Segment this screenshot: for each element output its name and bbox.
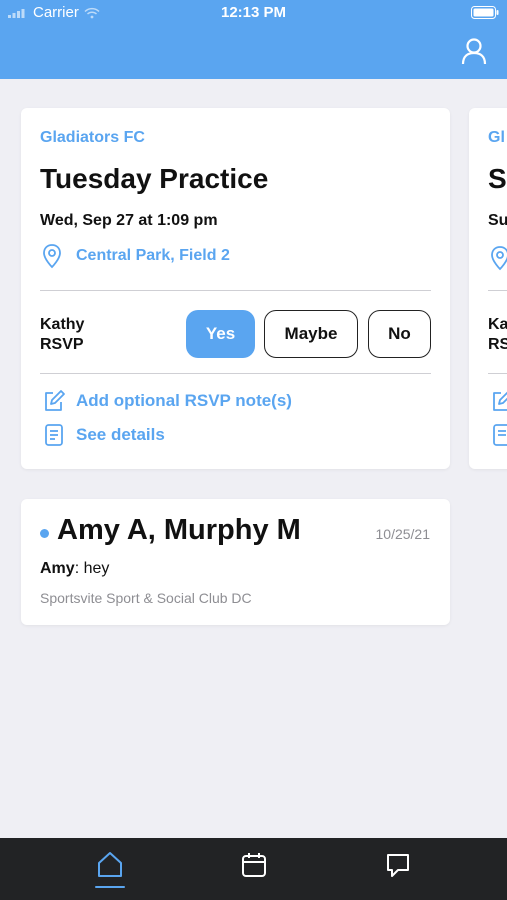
- status-bar: Carrier 12:13 PM: [8, 4, 499, 24]
- message-card[interactable]: Amy A, Murphy M 10/25/21 Amy: hey Sports…: [21, 499, 450, 625]
- rsvp-no-button[interactable]: No: [368, 310, 431, 358]
- document-icon: [45, 424, 63, 446]
- see-details-label: See details: [76, 425, 165, 444]
- peek-rsvp-member-name: Ka: [488, 316, 507, 333]
- location-pin-icon: [491, 246, 507, 271]
- edit-note-icon: [45, 390, 65, 411]
- rsvp-text: RSVP: [40, 336, 84, 353]
- see-details-link[interactable]: See details: [42, 423, 165, 447]
- divider: [488, 290, 507, 291]
- peek-rsvp-label: Ka RS: [488, 315, 507, 355]
- rsvp-maybe-button[interactable]: Maybe: [264, 310, 358, 358]
- peek-event-title: S: [488, 163, 507, 194]
- message-text: hey: [79, 560, 110, 577]
- home-icon: [98, 852, 122, 877]
- app-header: Carrier 12:13 PM: [0, 0, 507, 79]
- add-rsvp-note-link[interactable]: Add optional RSVP note(s): [42, 389, 292, 413]
- tab-bar: [0, 838, 507, 900]
- chat-icon: [387, 854, 409, 877]
- carrier-name: Carrier: [33, 4, 79, 21]
- rsvp-yes-button[interactable]: Yes: [186, 310, 255, 358]
- peek-event-date: Su: [488, 212, 507, 229]
- profile-button[interactable]: [459, 36, 489, 66]
- location-text: Central Park, Field 2: [76, 247, 230, 264]
- tab-calendar[interactable]: [238, 850, 270, 884]
- divider: [40, 373, 431, 374]
- user-icon: [461, 38, 487, 65]
- divider: [488, 373, 507, 374]
- peek-rsvp-text: RS: [488, 336, 507, 353]
- team-name[interactable]: Gladiators FC: [40, 129, 145, 147]
- message-sender: Amy: [40, 560, 75, 577]
- next-event-card[interactable]: Gl S Su Ka RS: [469, 108, 507, 469]
- club-name: Sportsvite Sport & Social Club DC: [40, 590, 252, 606]
- document-icon: [493, 424, 507, 446]
- event-card[interactable]: Gladiators FC Tuesday Practice Wed, Sep …: [21, 108, 450, 469]
- rsvp-member-name: Kathy: [40, 316, 85, 333]
- signal-icon: [8, 9, 25, 18]
- status-time: 12:13 PM: [220, 4, 287, 21]
- wifi-icon: [84, 7, 100, 18]
- peek-team-name: Gl: [488, 129, 505, 146]
- battery-icon: [471, 6, 499, 19]
- calendar-icon: [242, 853, 266, 877]
- location-pin-icon: [43, 244, 61, 269]
- event-title: Tuesday Practice: [40, 163, 269, 194]
- message-date: 10/25/21: [375, 526, 431, 542]
- carrier-info: Carrier: [8, 4, 100, 21]
- event-datetime: Wed, Sep 27 at 1:09 pm: [40, 212, 218, 229]
- tab-messages[interactable]: [382, 850, 414, 884]
- rsvp-label: Kathy RSVP: [40, 315, 84, 355]
- edit-note-icon: [493, 391, 507, 411]
- add-rsvp-note-label: Add optional RSVP note(s): [76, 391, 292, 410]
- active-tab-indicator: [95, 886, 125, 888]
- event-location-link[interactable]: Central Park, Field 2: [40, 243, 230, 269]
- unread-indicator: [40, 529, 49, 538]
- message-preview: Amy: hey: [40, 560, 109, 578]
- tab-home[interactable]: [94, 850, 126, 884]
- conversation-title: Amy A, Murphy M: [57, 514, 301, 546]
- divider: [40, 290, 431, 291]
